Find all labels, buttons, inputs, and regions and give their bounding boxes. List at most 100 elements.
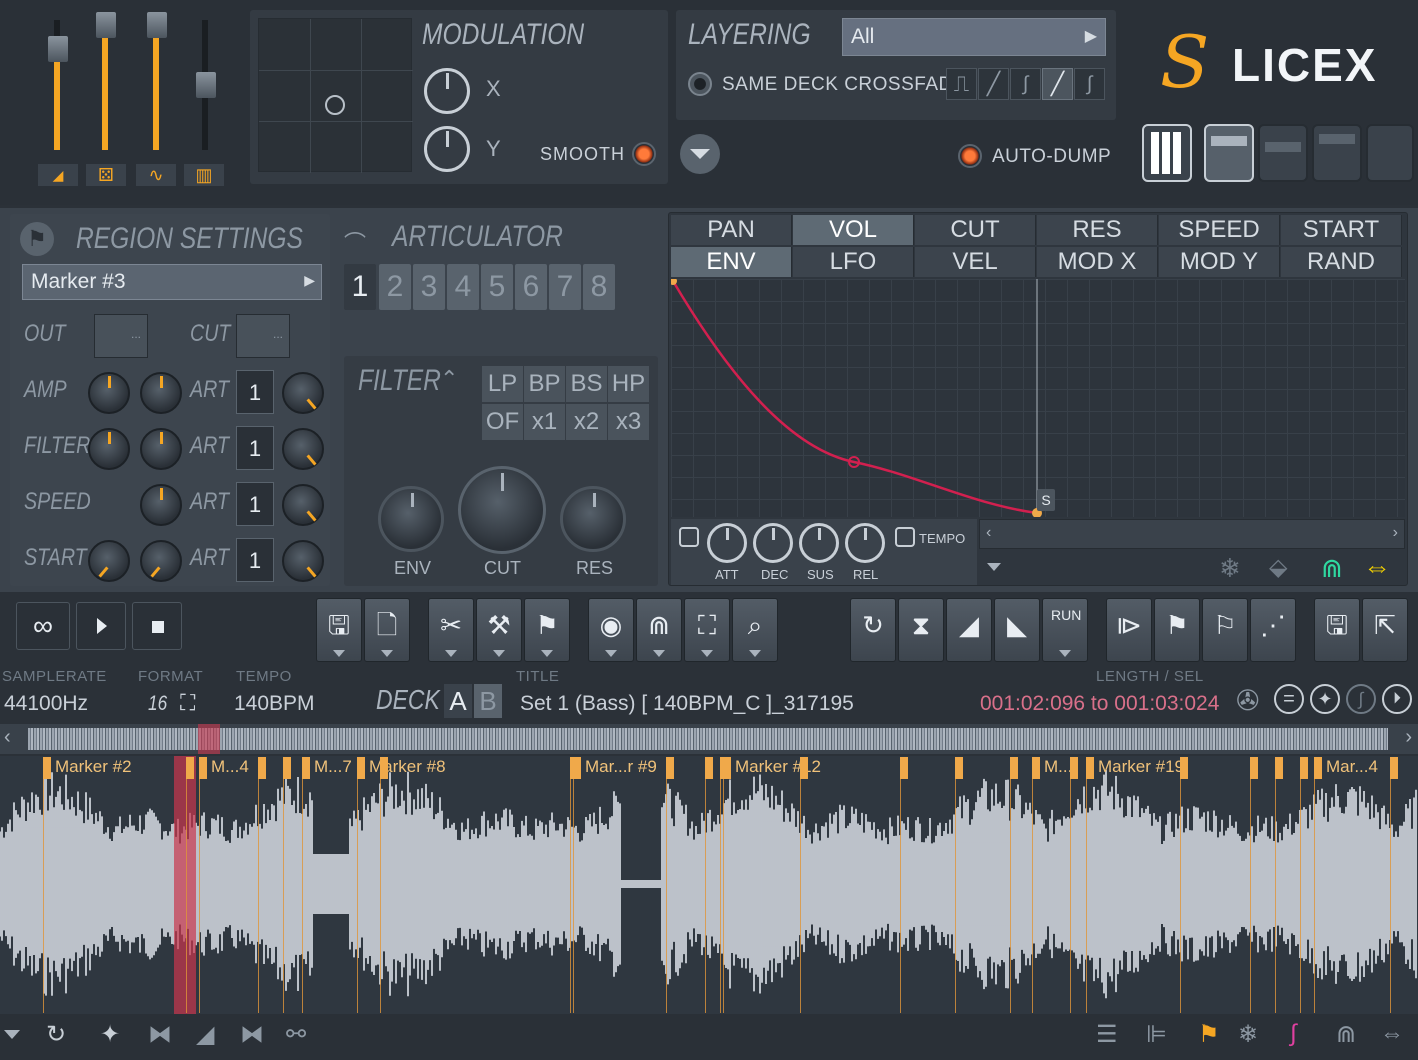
layering-mode-select[interactable]: All ▶ bbox=[842, 18, 1106, 56]
reload-icon[interactable]: ↻ bbox=[46, 1020, 66, 1049]
articulator-6-button[interactable]: 6 bbox=[515, 264, 547, 310]
snowflake-icon[interactable]: ❄ bbox=[1238, 1020, 1258, 1049]
autodump-toggle[interactable] bbox=[958, 144, 982, 168]
waveform-circle-icon[interactable]: ✦ bbox=[1310, 684, 1340, 714]
slice-flag[interactable] bbox=[1070, 757, 1078, 779]
slice-flag[interactable] bbox=[955, 757, 963, 779]
curve-smooth-icon[interactable]: ∫ bbox=[1074, 68, 1105, 100]
chevron-left-icon[interactable]: ‹ bbox=[986, 524, 991, 542]
bowtie-icon[interactable]: ⧓ bbox=[148, 1020, 172, 1049]
art-value-box[interactable]: 1 bbox=[236, 426, 274, 470]
waveform-overview[interactable]: ‹ › bbox=[0, 724, 1418, 754]
marker-label[interactable]: Mar...4 bbox=[1326, 757, 1378, 779]
marker-label[interactable]: Marker #19 bbox=[1098, 757, 1184, 779]
slice-flag[interactable] bbox=[666, 757, 674, 779]
run-button[interactable]: RUN bbox=[1042, 598, 1088, 662]
layering-expand-button[interactable] bbox=[680, 134, 720, 174]
marker-flag[interactable] bbox=[1314, 757, 1322, 779]
slice-flag[interactable] bbox=[705, 757, 713, 779]
align-right-icon[interactable]: ☰ bbox=[1096, 1020, 1118, 1049]
view-piano-button[interactable] bbox=[1142, 124, 1192, 182]
format-icon[interactable]: ⛶ bbox=[180, 690, 195, 716]
art-value-box[interactable]: 1 bbox=[236, 482, 274, 526]
fader-4-handle[interactable] bbox=[196, 72, 216, 98]
save-button[interactable]: 🖫 bbox=[316, 598, 362, 662]
articulator-5-button[interactable]: 5 bbox=[481, 264, 513, 310]
deck-b-button[interactable]: B bbox=[474, 684, 502, 718]
cut-tool-button[interactable]: ✂ bbox=[428, 598, 474, 662]
tab-lfo[interactable]: LFO bbox=[793, 247, 914, 277]
tab-rand[interactable]: RAND bbox=[1281, 247, 1402, 277]
dice-icon[interactable]: ⚄ bbox=[86, 164, 126, 186]
slice-flag[interactable] bbox=[1300, 757, 1308, 779]
marker-button[interactable]: ⚑ bbox=[524, 598, 570, 662]
filter-x2-button[interactable]: x2 bbox=[566, 404, 607, 440]
waveform-area[interactable] bbox=[0, 756, 1418, 1014]
chevron-left-icon[interactable]: ‹ bbox=[4, 726, 11, 749]
amp-knob-2[interactable] bbox=[140, 372, 182, 414]
art-knob[interactable] bbox=[282, 484, 324, 526]
filter-knob-1[interactable] bbox=[88, 428, 130, 470]
filter-knob-2[interactable] bbox=[140, 428, 182, 470]
play-button[interactable] bbox=[76, 602, 126, 650]
filter-env-knob[interactable] bbox=[378, 486, 444, 552]
snap-button[interactable]: ⋒ bbox=[636, 598, 682, 662]
align-steps-icon[interactable]: ⊫ bbox=[1146, 1020, 1167, 1049]
export-button[interactable]: 🖫 bbox=[1314, 598, 1360, 662]
dec-knob[interactable] bbox=[753, 523, 793, 563]
smooth-toggle[interactable] bbox=[632, 142, 656, 166]
crossfade-radio[interactable] bbox=[688, 72, 712, 96]
speed-knob[interactable] bbox=[140, 484, 182, 526]
tools-button[interactable]: ⚒ bbox=[476, 598, 522, 662]
marker-tools-button[interactable]: ⚐ bbox=[1202, 598, 1248, 662]
mod-y-knob[interactable] bbox=[424, 126, 470, 172]
zoom-button[interactable]: ⌕ bbox=[732, 598, 778, 662]
selection-region[interactable] bbox=[174, 756, 196, 1014]
slice-flag[interactable] bbox=[720, 757, 728, 779]
view-layout-4-button[interactable] bbox=[1366, 124, 1414, 182]
filter-bs-button[interactable]: BS bbox=[566, 366, 607, 402]
add-marker-button[interactable]: ⚑ bbox=[1154, 598, 1200, 662]
curve-circle-icon[interactable]: ∫ bbox=[1346, 684, 1376, 714]
start-knob-2[interactable] bbox=[140, 540, 182, 582]
slice-flag[interactable] bbox=[900, 757, 908, 779]
marker-flag[interactable] bbox=[1032, 757, 1040, 779]
marker-flag[interactable] bbox=[199, 757, 207, 779]
stop-button[interactable] bbox=[132, 602, 182, 650]
slice-flag[interactable] bbox=[1390, 757, 1398, 779]
flag-icon[interactable]: ⚑ bbox=[1198, 1020, 1220, 1049]
tab-pan[interactable]: PAN bbox=[671, 215, 792, 245]
drag-export-button[interactable]: ⇱ bbox=[1362, 598, 1408, 662]
marker-flag[interactable] bbox=[43, 757, 51, 779]
slice-flag[interactable] bbox=[570, 757, 578, 779]
tab-vel[interactable]: VEL bbox=[915, 247, 1036, 277]
tab-cut[interactable]: CUT bbox=[915, 215, 1036, 245]
chevron-right-icon[interactable]: › bbox=[1393, 524, 1398, 542]
fader-3-handle[interactable] bbox=[147, 12, 167, 38]
stretch-arrows-icon[interactable]: ⇔ bbox=[1380, 1020, 1404, 1048]
tab-vol[interactable]: VOL bbox=[793, 215, 914, 245]
cut-button[interactable]: ... bbox=[236, 314, 290, 358]
tab-res[interactable]: RES bbox=[1037, 215, 1158, 245]
tab-mod-y[interactable]: MOD Y bbox=[1159, 247, 1280, 277]
out-button[interactable]: ... bbox=[94, 314, 148, 358]
articulator-1-button[interactable]: 1 bbox=[344, 264, 376, 310]
curve-linear-icon[interactable]: ╱ bbox=[978, 68, 1009, 100]
tag-icon[interactable]: ⬙ bbox=[1269, 553, 1287, 582]
mod-x-knob[interactable] bbox=[424, 68, 470, 114]
slice-flag[interactable] bbox=[283, 757, 291, 779]
slice-flag[interactable] bbox=[800, 757, 808, 779]
lfo-wave-icon[interactable]: ∿ bbox=[136, 164, 176, 186]
slice-flag[interactable] bbox=[1180, 757, 1188, 779]
fade-in-button[interactable]: ◢ bbox=[946, 598, 992, 662]
view-button[interactable]: ◉ bbox=[588, 598, 634, 662]
marker-flag[interactable] bbox=[302, 757, 310, 779]
marker-label[interactable]: M...4 bbox=[211, 757, 249, 779]
marker-flag[interactable] bbox=[357, 757, 365, 779]
film-icon[interactable]: ✇ bbox=[1236, 684, 1259, 717]
envelope-enable-checkbox[interactable] bbox=[679, 527, 699, 547]
envelope-scrollbar[interactable]: ‹ › bbox=[979, 519, 1405, 549]
magnet-icon[interactable]: ⋒ bbox=[1321, 553, 1343, 584]
slice-flag[interactable] bbox=[186, 757, 194, 779]
art-value-box[interactable]: 1 bbox=[236, 538, 274, 582]
